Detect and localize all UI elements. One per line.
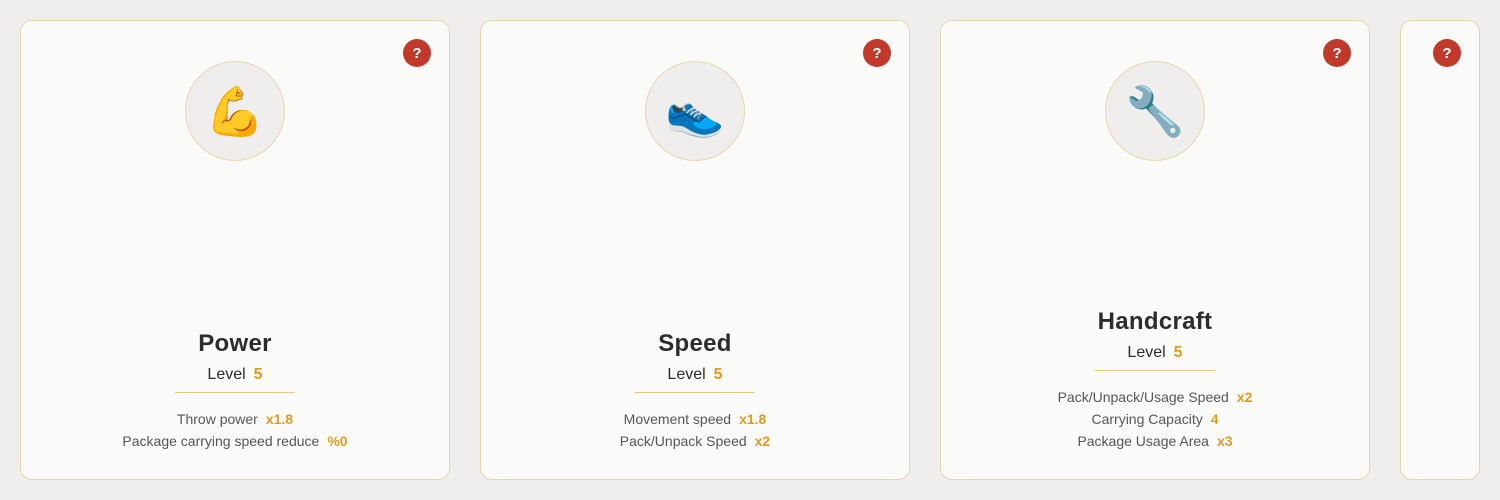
power-level-value: 5	[254, 366, 263, 384]
speed-stats: Movement speed x1.8 Pack/Unpack Speed x2	[501, 411, 889, 449]
handcraft-carry-value: 4	[1211, 411, 1219, 427]
power-stat-throw: Throw power x1.8	[177, 411, 293, 427]
speed-level-value: 5	[714, 366, 723, 384]
speed-stat-movement: Movement speed x1.8	[624, 411, 767, 427]
handcraft-level-value: 5	[1174, 344, 1183, 362]
power-level-row: Level 5	[175, 366, 295, 393]
speed-pack-value: x2	[755, 433, 771, 449]
handcraft-area-label: Package Usage Area	[1077, 433, 1209, 449]
handcraft-icon: 🔧	[1105, 61, 1205, 161]
power-level-label: Level	[207, 366, 245, 384]
handcraft-pack-label: Pack/Unpack/Usage Speed	[1058, 389, 1229, 405]
speed-card: ? 👟 Speed Level 5 Movement speed x1.8 Pa…	[480, 20, 910, 480]
handcraft-carry-label: Carrying Capacity	[1091, 411, 1202, 427]
handcraft-pack-value: x2	[1237, 389, 1253, 405]
power-stat-carry: Package carrying speed reduce %0	[122, 433, 347, 449]
handcraft-stats: Pack/Unpack/Usage Speed x2 Carrying Capa…	[961, 389, 1349, 449]
handcraft-stat-pack: Pack/Unpack/Usage Speed x2	[1058, 389, 1253, 405]
power-card: ? 💪 Power Level 5 Throw power x1.8 Packa…	[20, 20, 450, 480]
speed-stat-pack: Pack/Unpack Speed x2	[620, 433, 770, 449]
speed-pack-label: Pack/Unpack Speed	[620, 433, 747, 449]
power-title: Power	[198, 330, 272, 358]
handcraft-card: ? 🔧 Handcraft Level 5 Pack/Unpack/Usage …	[940, 20, 1370, 480]
speed-icon: 👟	[645, 61, 745, 161]
handcraft-help-button[interactable]: ?	[1323, 39, 1351, 67]
handcraft-stat-carry: Carrying Capacity 4	[1091, 411, 1218, 427]
speed-movement-value: x1.8	[739, 411, 766, 427]
power-carry-value: %0	[327, 433, 347, 449]
speed-level-label: Level	[667, 366, 705, 384]
power-throw-label: Throw power	[177, 411, 258, 427]
speed-movement-label: Movement speed	[624, 411, 731, 427]
handcraft-level-label: Level	[1127, 344, 1165, 362]
handcraft-level-row: Level 5	[1095, 344, 1215, 371]
handcraft-area-value: x3	[1217, 433, 1233, 449]
speed-level-row: Level 5	[635, 366, 755, 393]
handcraft-stat-area: Package Usage Area x3	[1077, 433, 1232, 449]
speed-title: Speed	[658, 330, 732, 358]
power-stats: Throw power x1.8 Package carrying speed …	[41, 411, 429, 449]
power-carry-label: Package carrying speed reduce	[122, 433, 319, 449]
power-throw-value: x1.8	[266, 411, 293, 427]
cards-container: ? 💪 Power Level 5 Throw power x1.8 Packa…	[0, 0, 1500, 500]
handcraft-title: Handcraft	[1098, 308, 1213, 336]
power-icon: 💪	[185, 61, 285, 161]
partial-card: ?	[1400, 20, 1480, 480]
power-help-button[interactable]: ?	[403, 39, 431, 67]
speed-help-button[interactable]: ?	[863, 39, 891, 67]
partial-help-button[interactable]: ?	[1433, 39, 1461, 67]
